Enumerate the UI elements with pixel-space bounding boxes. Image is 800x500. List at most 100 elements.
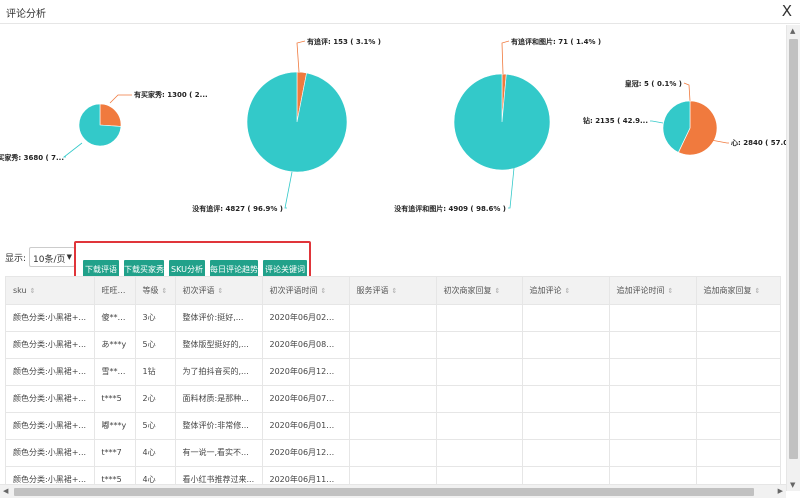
pie-slice[interactable] [99,103,122,127]
column-header-append-comment[interactable]: 追加评论 ⇕ [522,277,610,305]
cell-sku: 颜色分类:小黑裙+... [6,385,95,413]
cell-level: 5心 [135,331,176,359]
column-label: 追加评论 [529,285,562,295]
cell-sku: 颜色分类:小黑裙+... [6,331,95,359]
sort-icon[interactable]: ⇕ [755,287,761,295]
pie-label-leader-line [109,94,132,104]
table-row: 颜色分类:小黑裙+... 嘟***y 5心 整体评价:非常修... 2020年06月01… [6,412,780,440]
column-header-append-time[interactable]: 追加评论时间 ⇕ [609,277,697,305]
cell-append-reply [696,412,780,440]
cell-level: 3心 [135,304,176,332]
cell-append-reply [696,331,780,359]
cell-level: 1钻 [135,358,176,386]
pie-chart-2: 有追评: 153 ( 3.1% ) 没有追评: 4827 ( 96.9% ) [192,37,381,213]
close-icon[interactable]: X [782,2,792,20]
pie-label-leader-line [296,40,306,73]
cell-append-time [609,385,697,413]
column-label: 追加评论时间 [616,285,665,295]
cell-append-time [609,412,697,440]
cell-first-reply [436,304,523,332]
column-header-first-comment[interactable]: 初次评语 ⇕ [175,277,263,305]
vertical-scrollbar[interactable]: ▲ ▼ [786,25,800,491]
page-size-label: 显示: [5,254,27,264]
horizontal-scroll-thumb[interactable] [14,488,754,496]
cell-first-comment: 整体版型挺好的,... [175,331,263,359]
sort-icon[interactable]: ⇕ [495,287,501,295]
cell-first-comment-time: 2020年06月08日 1... [262,331,350,359]
pie-label-leader-line [284,171,293,209]
toolbar: 显示: 10条/页 ▼ 下载评语 下载买家秀 SKU分析 每日评论趋势 评论关键… [0,241,786,290]
cell-append-time [609,304,697,332]
table-header-row: sku ⇕ 旺旺名 ⇕ 等级 ⇕ 初次评语 ⇕ 初次评语时间 ⇕ 服务评语 ⇕ 初次商家回复… [6,277,780,305]
cell-append-time [609,439,697,467]
cell-append-time [609,331,697,359]
column-header-sku[interactable]: sku ⇕ [6,277,95,305]
vertical-scroll-thumb[interactable] [789,39,798,459]
cell-level: 2心 [135,385,176,413]
table-row: 颜色分类:小黑裙+... t***5 2心 面料材质:是那种... 2020年06月07… [6,385,780,413]
cell-append-comment [522,358,610,386]
column-header-nickname[interactable]: 旺旺名 ⇕ [94,277,136,305]
sort-icon[interactable]: ⇕ [30,287,36,295]
column-header-first-reply[interactable]: 初次商家回复 ⇕ [436,277,523,305]
cell-append-reply [696,439,780,467]
column-label: 初次评语时间 [269,285,318,295]
pie-charts-area: 有买家秀: 1300 ( 2... 没有买家秀: 3680 ( 7... 有追评: … [0,25,786,225]
cell-sku: 颜色分类:小黑裙+... [6,358,95,386]
sort-icon[interactable]: ⇕ [565,287,571,295]
cell-append-reply [696,385,780,413]
pie-slice[interactable] [453,73,551,171]
caret-down-icon: ▼ [66,253,72,261]
column-label: 追加商家回复 [703,285,752,295]
cell-append-comment [522,439,610,467]
pie-chart-1: 有买家秀: 1300 ( 2... 没有买家秀: 3680 ( 7... [0,90,208,162]
scroll-right-icon[interactable]: ▶ [778,487,783,495]
pie-slice-label: 有追评: 153 ( 3.1% ) [307,37,381,46]
cell-first-comment: 面料材质:是那种... [175,385,263,413]
cell-first-comment-time: 2020年06月02日 0... [262,304,350,332]
column-header-first-comment-time[interactable]: 初次评语时间 ⇕ [262,277,350,305]
pie-label-leader-line [683,82,691,102]
sort-icon[interactable]: ⇕ [162,287,168,295]
cell-append-reply [696,304,780,332]
cell-level: 4心 [135,439,176,467]
cell-service-comment [349,304,437,332]
cell-nickname: t***5 [94,385,136,413]
cell-first-comment: 整体评价:非常修... [175,412,263,440]
main-content: 有买家秀: 1300 ( 2... 没有买家秀: 3680 ( 7... 有追评: … [0,25,786,491]
cell-append-time [609,358,697,386]
cell-first-comment-time: 2020年06月12日 1... [262,358,350,386]
horizontal-scrollbar[interactable]: ◀ ▶ [0,484,786,498]
scroll-left-icon[interactable]: ◀ [3,487,8,495]
cell-service-comment [349,358,437,386]
page-size-select[interactable]: 10条/页 ▼ [29,247,75,267]
column-header-service-comment[interactable]: 服务评语 ⇕ [349,277,437,305]
cell-append-comment [522,412,610,440]
column-header-append-reply[interactable]: 追加商家回复 ⇕ [696,277,780,305]
column-label: sku [13,285,27,295]
scroll-up-icon[interactable]: ▲ [790,27,795,35]
cell-append-reply [696,358,780,386]
pie-slice-label: 有追评和图片: 71 ( 1.4% ) [511,37,601,46]
cell-first-comment-time: 2020年06月12日 2... [262,439,350,467]
sort-icon[interactable]: ⇕ [129,287,135,295]
pie-slice[interactable] [246,71,348,173]
cell-first-reply [436,439,523,467]
scroll-down-icon[interactable]: ▼ [790,481,795,489]
cell-first-comment-time: 2020年06月01日 1... [262,412,350,440]
cell-first-reply [436,331,523,359]
sort-icon[interactable]: ⇕ [392,287,398,295]
table-row: 颜色分类:小黑裙+... あ***y 5心 整体版型挺好的,... 2020年06月08… [6,331,780,359]
table-row: 颜色分类:小黑裙+... 傻***燕 3心 整体评价:挺好,... 2020年06月02… [6,304,780,332]
sort-icon[interactable]: ⇕ [321,287,327,295]
sort-icon[interactable]: ⇕ [668,287,674,295]
pie-label-leader-line [62,142,83,158]
sort-icon[interactable]: ⇕ [218,287,224,295]
column-header-level[interactable]: 等级 ⇕ [135,277,176,305]
cell-append-comment [522,331,610,359]
cell-first-comment: 整体评价:挺好,... [175,304,263,332]
pie-slice-label: 皇冠: 5 ( 0.1% ) [625,79,682,88]
cell-service-comment [349,385,437,413]
cell-first-reply [436,385,523,413]
pie-slice-label: 没有追评和图片: 4909 ( 98.6% ) [394,204,506,213]
